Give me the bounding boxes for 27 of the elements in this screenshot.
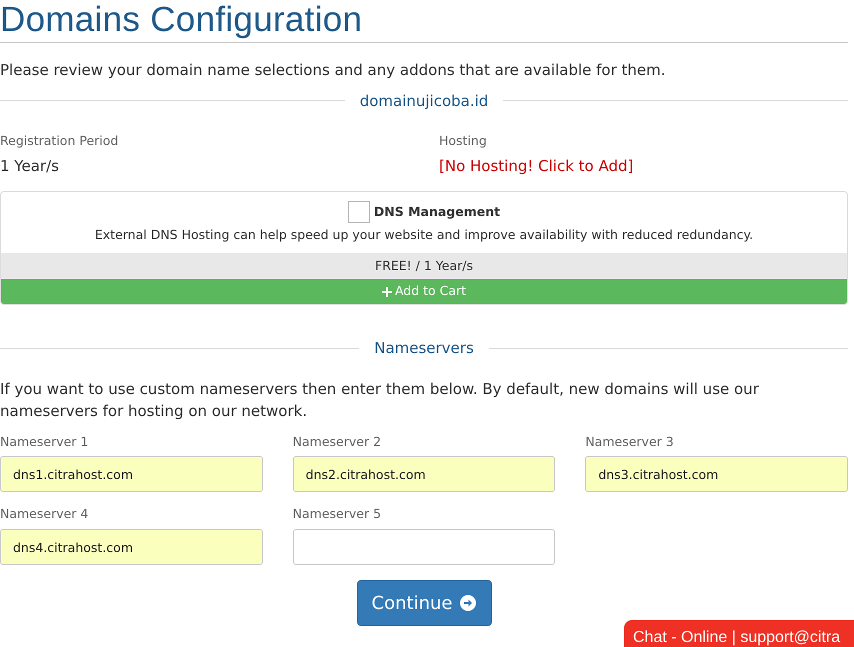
field-label: Nameserver 2: [292, 432, 382, 450]
addon-price: FREE! / 1 Year/s: [1, 253, 847, 279]
field-label: Nameserver 3: [585, 432, 675, 450]
intro-text: Please review your domain name selections and any addons that are available for them.: [0, 60, 667, 81]
nameserver-field[interactable]: dns2.citrahost.com: [292, 456, 556, 492]
arrow-circle-icon: [460, 595, 476, 611]
section-heading: Nameservers: [373, 338, 475, 359]
page-title: Domains Configuration: [0, 0, 848, 43]
nameserver-field[interactable]: dns4.citrahost.com: [0, 529, 263, 565]
checkbox[interactable]: [348, 201, 370, 224]
addon-description: External DNS Hosting can help speed up your website and improve availability with reduced redundancy.: [94, 226, 754, 244]
chat-tab[interactable]: Chat - Online | support@citra: [624, 620, 854, 647]
field-value: 1 Year/s: [0, 156, 60, 177]
field-label: Nameserver 4: [0, 505, 90, 524]
field-label: Nameserver 1: [0, 432, 90, 450]
section-heading: domainujicoba.id: [358, 90, 490, 112]
nameservers-text: If you want to use custom nameservers then enter them below. By default, new domains will use our nameservers for hosting on our network.: [0, 378, 760, 422]
continue-button[interactable]: Continue: [356, 580, 492, 626]
nameserver-field[interactable]: dns1.citrahost.com: [0, 456, 263, 492]
field-label: Registration Period: [0, 132, 120, 150]
plus-icon: [382, 286, 392, 296]
nameserver-field[interactable]: dns3.citrahost.com: [585, 456, 848, 492]
add-hosting-link[interactable]: [No Hosting! Click to Add]: [439, 154, 848, 178]
field-label: Nameserver 5: [292, 505, 382, 524]
field-label: Hosting: [439, 132, 488, 150]
nameserver-field[interactable]: [292, 529, 556, 565]
addon-name: DNS Management: [374, 202, 500, 221]
